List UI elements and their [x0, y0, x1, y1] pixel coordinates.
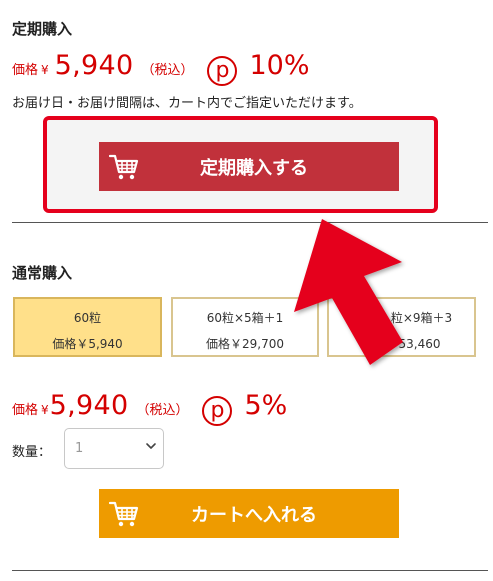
- delivery-note: お届け日・お届け間隔は、カート内でご指定いただけます。: [12, 96, 362, 111]
- option-name: 粒×9箱＋3: [390, 311, 453, 325]
- option-name: 60粒×5箱＋1: [206, 311, 284, 325]
- regular-price-row: 価格 ¥ 5,940 （税込） p 5%: [12, 390, 288, 426]
- subscribe-button[interactable]: 定期購入する: [99, 142, 399, 191]
- tax-label: （税込）: [141, 63, 194, 78]
- chevron-down-icon: [146, 443, 156, 449]
- tax-label: （税込）: [136, 403, 189, 418]
- price-label: 価格: [12, 403, 39, 418]
- regular-price: 5,940: [49, 390, 129, 421]
- currency-symbol: ¥: [41, 63, 49, 77]
- subscribe-button-label: 定期購入する: [200, 157, 308, 179]
- option-5-boxes[interactable]: 60粒×5箱＋1 価格￥29,700: [171, 297, 319, 357]
- quantity-label: 数量：: [12, 445, 52, 460]
- quantity-value: 1: [75, 441, 84, 456]
- cart-icon: [109, 501, 139, 526]
- subscription-price: 5,940: [54, 50, 134, 81]
- subscription-title: 定期購入: [12, 20, 73, 38]
- regular-title: 通常購入: [12, 264, 73, 282]
- option-price: 価格￥53,460: [362, 337, 441, 351]
- quantity-select[interactable]: 1: [64, 428, 164, 469]
- currency-symbol: ¥: [41, 403, 49, 417]
- regular-point-rate: 5%: [244, 390, 288, 421]
- subscription-point-rate: 10%: [249, 50, 310, 81]
- option-60-tablets[interactable]: 60粒 価格￥5,940: [13, 297, 162, 357]
- add-to-cart-button[interactable]: カートへ入れる: [99, 489, 399, 538]
- option-price: 価格￥5,940: [52, 337, 123, 351]
- add-to-cart-label: カートへ入れる: [191, 504, 317, 526]
- subscription-price-row: 価格 ¥ 5,940 （税込） p 10%: [12, 50, 310, 86]
- point-icon: p: [207, 56, 238, 86]
- option-9-boxes[interactable]: 粒×9箱＋3 価格￥53,460: [327, 297, 476, 357]
- section-divider: [12, 222, 488, 223]
- cart-icon: [109, 154, 139, 179]
- price-label: 価格: [12, 63, 39, 78]
- option-name: 60粒: [73, 311, 102, 325]
- bottom-divider: [12, 570, 488, 571]
- point-icon: p: [202, 396, 233, 426]
- option-price: 価格￥29,700: [206, 337, 284, 351]
